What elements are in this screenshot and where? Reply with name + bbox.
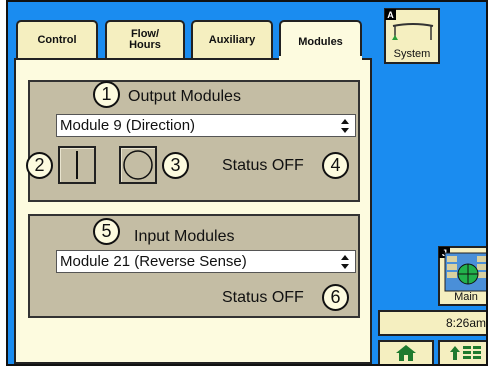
select-arrows-icon [341,255,349,269]
input-modules-title: Input Modules [134,228,235,245]
system-label: System [393,48,431,60]
off-circle-icon [123,150,153,180]
callout-2: 2 [26,152,53,179]
input-status-value: OFF [271,289,304,306]
tab-flow-hours[interactable]: Flow/ Hours [105,20,185,58]
tab-control[interactable]: Control [16,20,98,58]
output-module-select[interactable]: Module 9 (Direction) [56,114,356,137]
input-status: Status OFF [222,289,304,307]
home-button[interactable] [378,340,434,364]
callout-3: 3 [162,152,189,179]
output-module-selected: Module 9 (Direction) [60,117,196,134]
callout-6: 6 [322,284,349,311]
output-off-button[interactable] [119,146,157,184]
system-button[interactable]: A System [384,8,440,64]
tab-flow-hours-label: Flow/ Hours [129,29,161,51]
callout-4: 4 [322,152,349,179]
callout-1: 1 [93,81,120,108]
input-module-select[interactable]: Module 21 (Reverse Sense) [56,250,356,273]
tab-auxiliary-label: Auxiliary [208,33,256,46]
corner-letter-a: A [385,9,396,20]
layout-select-button[interactable] [438,340,486,364]
output-status-value: OFF [271,157,304,174]
input-status-label: Status [222,289,268,306]
clock: 8:26am [378,310,486,336]
output-status-label: Status [222,157,268,174]
modules-panel: 1 Output Modules Module 9 (Direction) 2 [14,58,372,364]
output-modules-group: 1 Output Modules Module 9 (Direction) 2 [26,80,360,202]
main-label: Main [454,291,478,303]
output-on-button[interactable] [58,146,96,184]
main-run-screen-icon [444,252,486,292]
input-modules-group: 5 Input Modules Module 21 (Reverse Sense… [28,214,360,318]
screen: Control Flow/ Hours Auxiliary Modules 1 … [6,0,488,366]
select-arrows-icon [341,119,349,133]
sprayer-boom-icon [392,23,434,40]
input-module-selected: Module 21 (Reverse Sense) [60,253,247,270]
tab-control-label: Control [37,33,77,46]
tab-modules-label: Modules [298,35,343,48]
output-modules-title: Output Modules [128,88,241,105]
up-arrow-grid-icon [450,346,481,360]
tab-auxiliary[interactable]: Auxiliary [191,20,273,58]
active-tab-join [279,56,362,62]
output-status: Status OFF [222,157,304,175]
callout-5: 5 [93,218,120,245]
tab-flow-hours-line2: Hours [129,39,161,51]
home-icon [396,345,416,361]
on-bar-icon [76,151,78,179]
main-button[interactable]: J Main [438,246,486,306]
